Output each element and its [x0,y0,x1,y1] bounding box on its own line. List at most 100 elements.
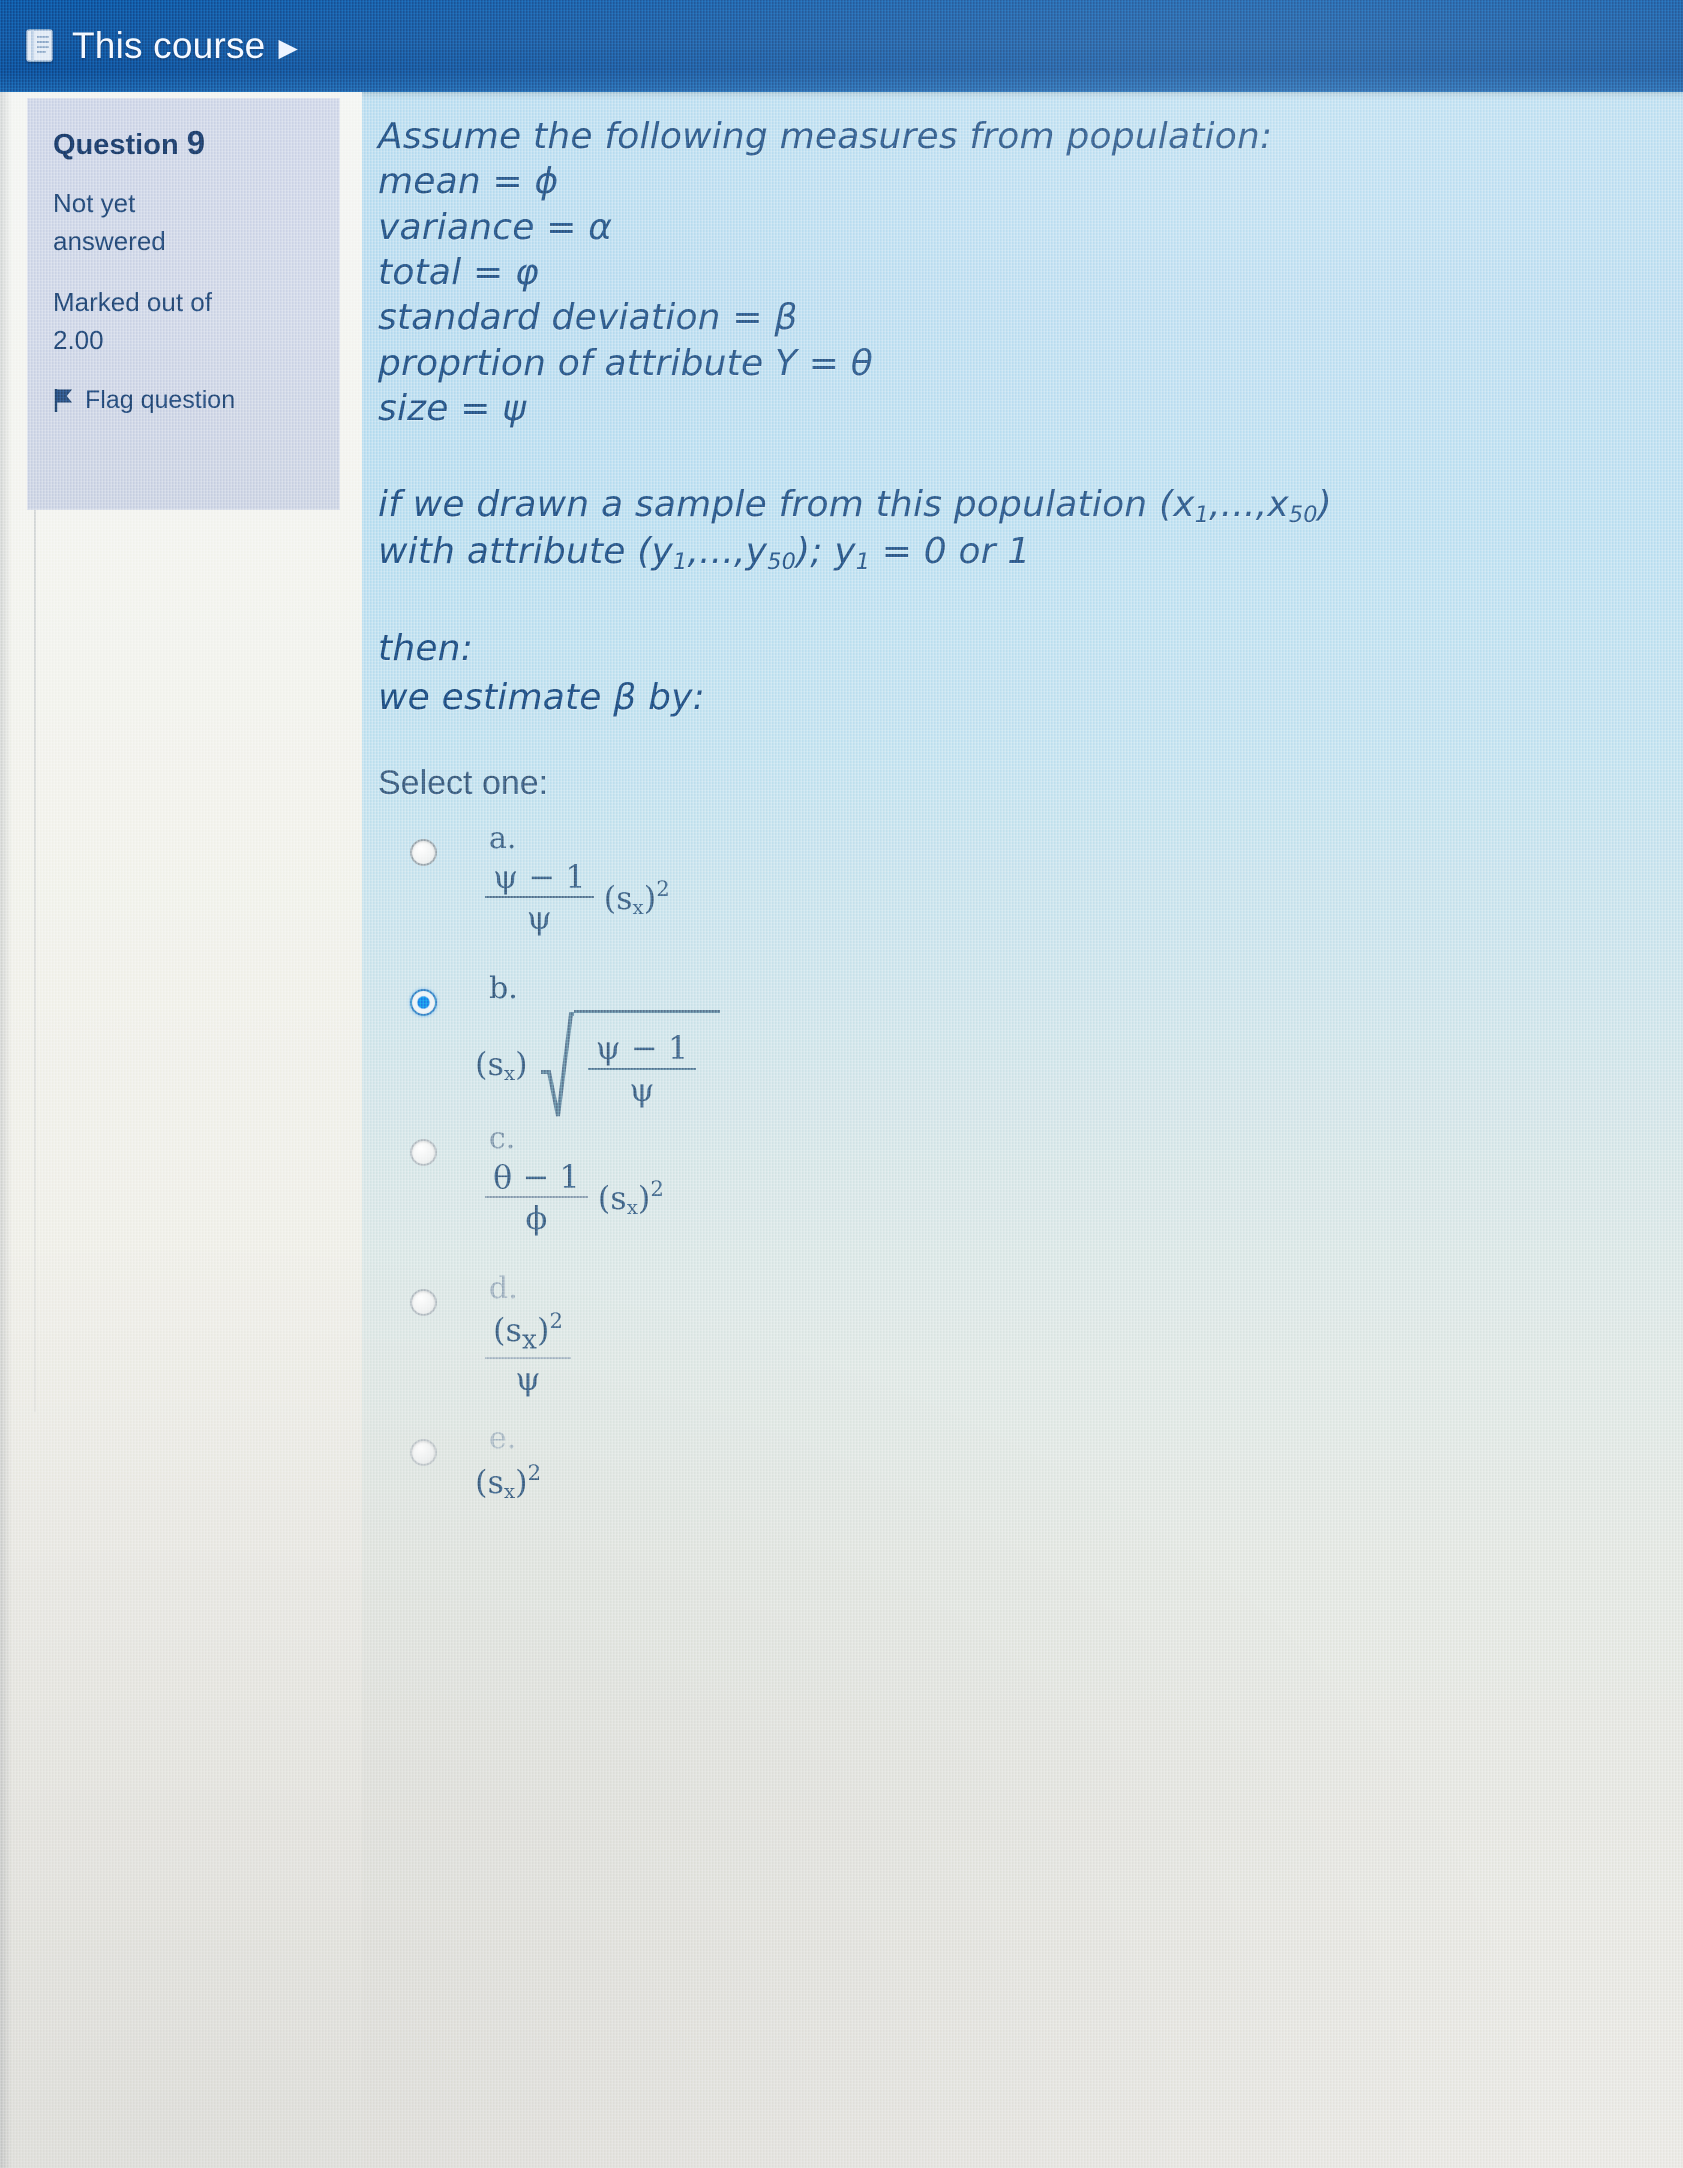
sample-sd-subscript: x [632,896,644,920]
answer-option-d-formula: (sx)2 ψ [475,1307,581,1399]
question-line-4: standard deviation = β [378,297,798,339]
fraction: θ − 1 ϕ [485,1160,588,1236]
question-number-prefix: Question [53,129,179,161]
answer-option-e-letter: e. [489,1420,517,1456]
answer-option-a-letter: a. [489,820,517,856]
question-number-heading: Question 9 [53,124,340,162]
sample-sd-subscript: x [503,1061,516,1085]
attribute-line-sub-1: 1 [673,549,688,576]
quiz-screen: This course ▶ Question 9 Not yet answere… [0,0,1683,2168]
question-info-box: Question 9 Not yet answered Marked out o… [27,98,340,510]
sample-line-sub-2: 50 [1288,501,1318,528]
estimate-line: we estimate β by: [378,676,705,718]
fraction-numerator: (sx)2 [485,1307,571,1360]
answer-option-c-content: c. θ − 1 ϕ (sx)2 [475,1121,664,1236]
sample-sd-base: s [610,1179,627,1218]
answer-option-b-content: b. (sx) ψ − 1 ψ [475,970,721,1120]
question-line-1: mean = ϕ [378,161,559,203]
question-line-2: variance = α [378,206,613,248]
fraction: ψ − 1 ψ [587,1031,697,1109]
sample-sd-exponent: 2 [650,1176,664,1202]
question-content-panel: Assume the following measures from popul… [358,92,1683,2168]
radio-option-e[interactable] [410,1438,437,1466]
sample-sd: (sx) [475,1044,528,1085]
sample-sd-subscript: x [626,1196,638,1220]
flag-question-button[interactable]: Flag question [53,386,340,415]
answer-option-c[interactable]: c. θ − 1 ϕ (sx)2 [410,1121,1683,1271]
question-line-6: size = ψ [378,388,527,430]
radio-option-c[interactable] [410,1138,437,1166]
sample-sd-subscript: x [521,1324,537,1356]
fraction-denominator: ϕ [525,1199,548,1238]
then-line: then: [378,628,474,670]
sample-sd-squared: (sx)2 [475,1459,542,1503]
question-number-value: 9 [186,124,206,161]
attribute-line-sub-3: 1 [855,549,871,576]
sample-sd-base: s [505,1311,522,1350]
answer-option-d[interactable]: d. (sx)2 ψ [410,1271,1683,1421]
sample-sd-exponent: 2 [527,1459,542,1485]
answer-option-e-content: e. (sx)2 [475,1421,541,1503]
sample-line-sub-1: 1 [1194,501,1210,528]
question-line-5: proprtion of attribute Y = θ [378,342,874,384]
radio-option-b[interactable] [410,988,437,1016]
sample-sd-exponent: 2 [656,876,670,902]
sample-sd-base: s [487,1463,504,1502]
attribute-definition-line: with attribute (y1,...,y50); y1 = 0 or 1 [378,529,1683,576]
book-icon [26,29,53,62]
attribute-line-sub-2: 50 [767,549,796,576]
answer-option-e-formula: (sx)2 [475,1460,541,1503]
sample-definition-line: if we drawn a sample from this populatio… [378,482,1683,529]
fraction-denominator: ψ [629,1070,655,1109]
answer-option-c-formula: θ − 1 ϕ (sx)2 [475,1160,664,1236]
select-one-label: Select one: [378,763,549,802]
sample-sd-squared: (sx)2 [597,1176,664,1220]
fraction-numerator: θ − 1 [485,1160,588,1199]
flag-question-label: Flag question [85,385,236,414]
fraction: ψ − 1 ψ [485,860,594,936]
question-line-0: Assume the following measures from popul… [378,116,1273,157]
attribute-line-prefix: with attribute (y [378,530,674,572]
fraction: (sx)2 ψ [485,1307,571,1399]
sample-line-mid: ,...,x [1209,483,1289,525]
sample-sd-base: s [616,879,633,918]
fraction-denominator: ψ [526,899,552,938]
answer-option-b-letter: b. [489,970,518,1006]
radio-option-d[interactable] [410,1288,437,1316]
question-state: Not yet answered [53,188,166,257]
sample-sd-exponent: 2 [549,1307,563,1333]
answer-option-e[interactable]: e. (sx)2 [410,1421,1683,1571]
answer-option-a[interactable]: a. ψ − 1 ψ (sx)2 [410,821,1683,971]
sample-sd-squared: (sx)2 [603,876,670,920]
attribute-line-mid-2: ); y [795,530,856,572]
radicand: ψ − 1 ψ [573,1009,721,1120]
sample-sd-subscript: x [503,1479,516,1503]
course-menu-label[interactable]: This course [72,25,265,67]
fraction-denominator: ψ [515,1360,541,1399]
top-navigation-bar: This course ▶ [0,0,1683,92]
sample-line-prefix: if we drawn a sample from this populatio… [378,483,1195,525]
answer-option-d-content: d. (sx)2 ψ [475,1271,581,1397]
fraction-numerator: ψ − 1 [485,860,594,899]
question-marks: Marked out of 2.00 [53,286,212,356]
radio-option-a[interactable] [410,838,437,866]
fraction-numerator: ψ − 1 [587,1031,697,1070]
answer-option-a-formula: ψ − 1 ψ (sx)2 [475,860,670,936]
radical-sign-icon [540,1011,574,1117]
answer-option-b[interactable]: b. (sx) ψ − 1 ψ [410,971,1683,1121]
attribute-line-mid: ,...,y [687,530,768,572]
page-edge-shadow [0,92,12,2168]
chevron-right-icon[interactable]: ▶ [278,35,297,60]
attribute-line-suffix: = 0 or 1 [870,530,1031,572]
answer-option-d-letter: d. [489,1270,518,1306]
answer-option-b-formula: (sx) ψ − 1 ψ [475,1009,721,1120]
sample-sd-base: s [487,1044,504,1083]
square-root: ψ − 1 ψ [540,1009,721,1120]
sample-line-suffix: ) [1317,483,1332,525]
answer-option-a-content: a. ψ − 1 ψ (sx)2 [475,821,670,936]
answer-option-c-letter: c. [489,1120,516,1156]
question-line-3: total = φ [378,252,539,294]
